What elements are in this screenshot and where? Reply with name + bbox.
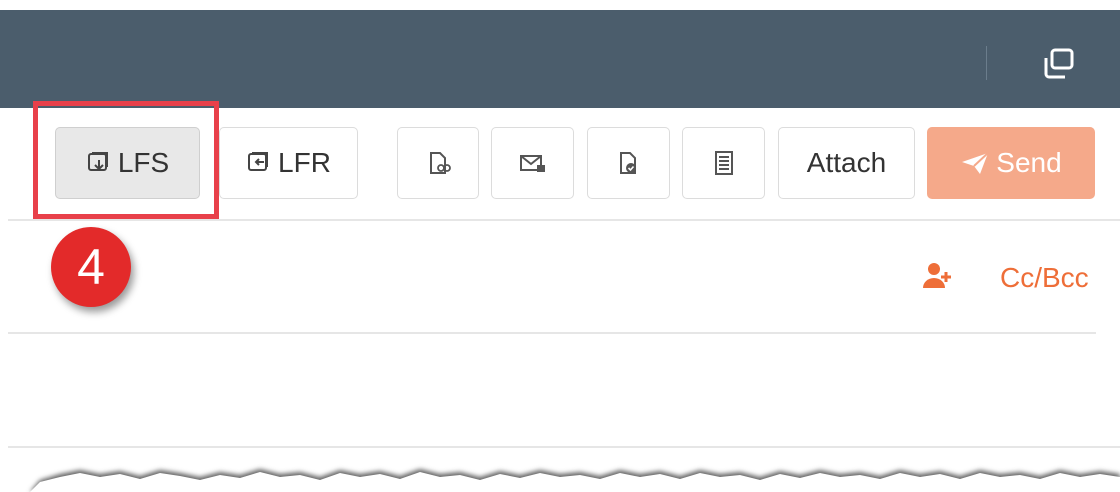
window-restore-icon[interactable] — [1040, 46, 1078, 82]
toolbar-divider — [8, 219, 1120, 221]
subject-divider — [8, 446, 1120, 448]
paper-plane-icon — [960, 150, 990, 176]
attach-button[interactable]: Attach — [778, 127, 915, 199]
document-link-button[interactable] — [397, 127, 479, 199]
secure-mail-icon — [519, 152, 547, 174]
template-icon — [713, 150, 735, 176]
file-reply-icon — [246, 151, 272, 175]
app-header — [0, 10, 1120, 108]
add-person-icon[interactable] — [922, 260, 954, 297]
header-divider — [986, 46, 987, 80]
document-check-icon — [617, 150, 641, 176]
torn-edge — [30, 469, 1120, 492]
template-button[interactable] — [682, 127, 765, 199]
attach-label: Attach — [806, 147, 887, 178]
send-button[interactable]: Send — [927, 127, 1095, 199]
secure-mail-button[interactable] — [491, 127, 574, 199]
document-check-button[interactable] — [587, 127, 670, 199]
step-badge: 4 — [51, 227, 131, 307]
recipient-divider — [8, 332, 1096, 334]
lfr-label: LFR — [278, 147, 331, 178]
lfr-button[interactable]: LFR — [219, 127, 358, 199]
send-label: Send — [996, 147, 1062, 178]
lfs-highlight-box — [33, 101, 219, 219]
cc-bcc-link[interactable]: Cc/Bcc — [1000, 262, 1089, 294]
document-link-icon — [425, 150, 451, 176]
